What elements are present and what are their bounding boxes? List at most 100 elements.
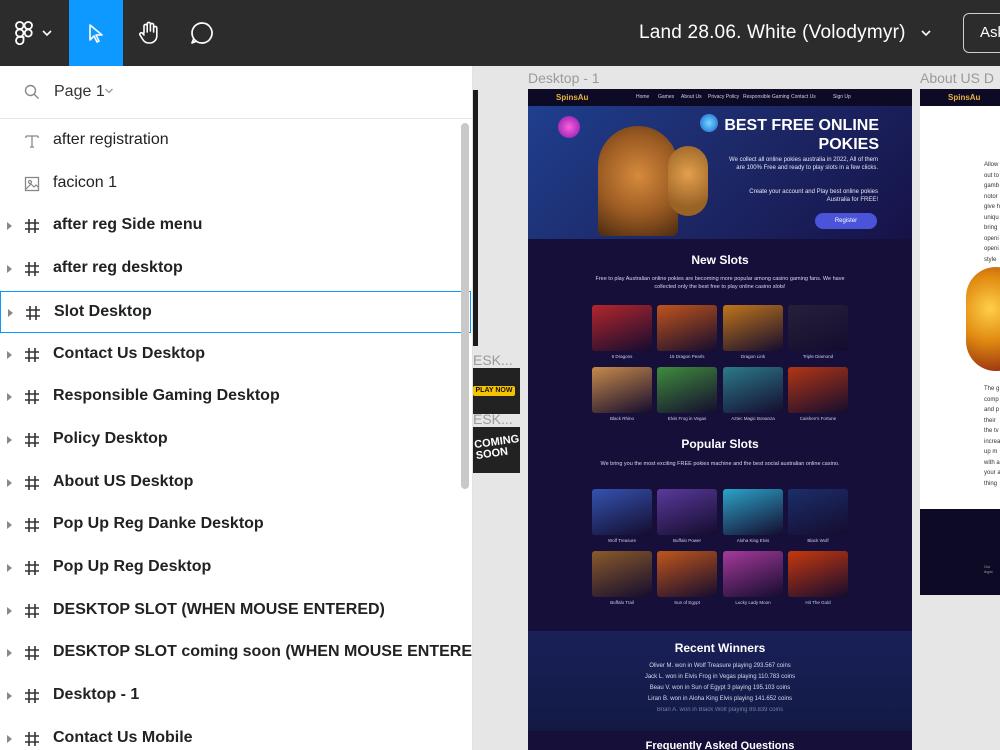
- expand-caret-icon[interactable]: [7, 222, 12, 231]
- expand-caret-icon[interactable]: [7, 606, 12, 615]
- layer-row[interactable]: Desktop - 1: [0, 675, 471, 717]
- layer-row[interactable]: Contact Us Mobile: [0, 718, 471, 750]
- move-tool-button[interactable]: [69, 0, 123, 66]
- layer-name: Contact Us Desktop: [53, 344, 206, 362]
- winner-line: Brian A. won in Black Wolf playing 89.83…: [656, 707, 784, 713]
- frame-layer-icon: [25, 731, 39, 746]
- layer-name: Desktop - 1: [53, 686, 140, 704]
- page-label[interactable]: Page 1: [54, 83, 105, 101]
- hero-dog-image: [668, 146, 708, 216]
- frame-layer-icon: [25, 561, 39, 575]
- layer-row[interactable]: About US Desktop: [0, 462, 471, 504]
- expand-caret-icon[interactable]: [7, 734, 12, 743]
- site-nav-link: Privacy Policy: [708, 94, 740, 100]
- layer-row[interactable]: Slot Desktop: [0, 290, 471, 333]
- layer-name: DESKTOP SLOT coming soon (WHEN MOUSE ENT…: [53, 643, 473, 661]
- recent-winners-section: Recent Winners Oliver M. won in Wolf Tre…: [528, 631, 912, 731]
- layers-scrollbar[interactable]: [461, 123, 469, 489]
- share-button[interactable]: Ask: [963, 13, 1000, 53]
- slot-name: Wolf Treasure: [608, 538, 636, 543]
- about-text-line: with a: [984, 459, 1000, 466]
- expand-caret-icon[interactable]: [7, 265, 12, 274]
- expand-caret-icon[interactable]: [7, 649, 12, 658]
- layer-row[interactable]: DESKTOP SLOT (WHEN MOUSE ENTERED): [0, 590, 471, 632]
- hand-tool-button[interactable]: [123, 0, 175, 66]
- slot-thumbnail: [657, 367, 717, 413]
- layer-row[interactable]: facicon 1: [0, 163, 471, 205]
- slot-thumbnail: [788, 367, 848, 413]
- chevron-down-icon[interactable]: [104, 87, 114, 95]
- site-hero: BEST FREE ONLINE POKIES We collect all o…: [528, 106, 912, 239]
- chevron-down-icon[interactable]: [920, 24, 932, 42]
- expand-caret-icon[interactable]: [7, 393, 12, 402]
- frame-label-desktop-1[interactable]: Desktop - 1: [528, 70, 600, 86]
- hero-text: Create your account and Play best online…: [749, 189, 878, 203]
- file-title[interactable]: Land 28.06. White (Volodymyr): [639, 22, 906, 44]
- design-canvas[interactable]: ESK... PLAY NOW ESK... COMING SOON Deskt…: [473, 66, 1000, 750]
- comment-tool-button[interactable]: [175, 0, 229, 66]
- gem-decoration: [558, 116, 580, 138]
- slot-thumbnail: [788, 305, 848, 351]
- frame-layer-icon: [25, 432, 39, 447]
- layers-panel: Page 1 after registration facicon 1 after …: [0, 66, 473, 750]
- layer-name: after reg Side menu: [53, 216, 203, 234]
- layer-row[interactable]: Contact Us Desktop: [0, 334, 471, 376]
- main-menu-button[interactable]: [0, 0, 68, 66]
- frame-label[interactable]: ESK...: [473, 352, 513, 368]
- layer-row[interactable]: after reg Side menu: [0, 205, 471, 247]
- frame-layer-icon: [25, 475, 39, 490]
- footer-text: Our legal: [984, 564, 993, 574]
- frame-fragment[interactable]: [473, 90, 478, 346]
- popular-slots-title: Popular Slots: [681, 437, 759, 451]
- hero-text: We collect all online pokies australia i…: [729, 157, 878, 171]
- layer-row[interactable]: Pop Up Reg Danke Desktop: [0, 504, 471, 546]
- frame-label[interactable]: ESK...: [473, 411, 513, 427]
- layer-name: facicon 1: [53, 173, 118, 191]
- expand-caret-icon[interactable]: [7, 478, 12, 487]
- site-navbar: SpinsAu Home Games About Us Privacy Poli…: [528, 89, 912, 106]
- slot-thumbnail: [657, 551, 717, 597]
- about-text-line: bring: [984, 225, 998, 231]
- new-slots-title: New Slots: [691, 253, 749, 267]
- hand-tool-icon: [139, 21, 158, 44]
- search-icon[interactable]: [24, 84, 40, 100]
- coming-soon-thumbnail[interactable]: COMING SOON: [473, 427, 520, 473]
- frame-layer-icon: [25, 390, 39, 405]
- slot-thumbnail: [788, 489, 848, 535]
- layer-row[interactable]: after registration: [0, 120, 471, 162]
- slot-name: Elvis Frog in Vegas: [667, 416, 707, 421]
- expand-caret-icon[interactable]: [7, 692, 12, 701]
- slot-name: Caishen's Fortune: [799, 416, 837, 421]
- slot-thumbnail: [592, 489, 652, 535]
- frame-about-us-desktop[interactable]: SpinsAu Allow out to gamb notor give h uniqu b…: [920, 89, 1000, 595]
- frame-desktop-1[interactable]: SpinsAu Home Games About Us Privacy Poli…: [528, 89, 912, 750]
- layer-row[interactable]: Policy Desktop: [0, 419, 471, 461]
- new-slots-text: Free to play Australian online pokies ar…: [595, 276, 845, 290]
- slot-thumbnail: [657, 489, 717, 535]
- play-now-thumbnail[interactable]: PLAY NOW: [473, 368, 520, 414]
- move-tool-icon: [89, 24, 103, 43]
- slot-name: Lucky Lady Moon: [735, 600, 771, 605]
- frame-label-about-us[interactable]: About US D: [920, 70, 994, 86]
- about-text-line: up m: [984, 449, 998, 455]
- expand-caret-icon[interactable]: [8, 308, 13, 317]
- layer-name: Policy Desktop: [53, 429, 168, 447]
- layer-row[interactable]: DESKTOP SLOT coming soon (WHEN MOUSE ENT…: [0, 632, 473, 674]
- recent-winners-title: Recent Winners: [674, 641, 766, 655]
- frame-layer-icon: [25, 347, 39, 362]
- expand-caret-icon[interactable]: [7, 350, 12, 359]
- expand-caret-icon[interactable]: [7, 435, 12, 444]
- site-nav-link: Responsible Gaming: [743, 94, 790, 100]
- page-selector[interactable]: Page 1: [0, 66, 472, 119]
- site-nav-link: Games: [658, 94, 675, 100]
- expand-caret-icon[interactable]: [7, 521, 12, 530]
- layer-row[interactable]: after reg desktop: [0, 248, 471, 290]
- layer-row[interactable]: Pop Up Reg Desktop: [0, 547, 471, 589]
- layer-row[interactable]: Responsible Gaming Desktop: [0, 376, 471, 418]
- about-text-line: gamb: [984, 183, 1000, 189]
- slot-name: Sun of Egypt: [674, 600, 700, 605]
- expand-caret-icon[interactable]: [7, 564, 12, 572]
- layer-name: Slot Desktop: [54, 302, 152, 320]
- about-text-line: openi: [984, 235, 999, 242]
- site-navbar: SpinsAu: [920, 89, 1000, 106]
